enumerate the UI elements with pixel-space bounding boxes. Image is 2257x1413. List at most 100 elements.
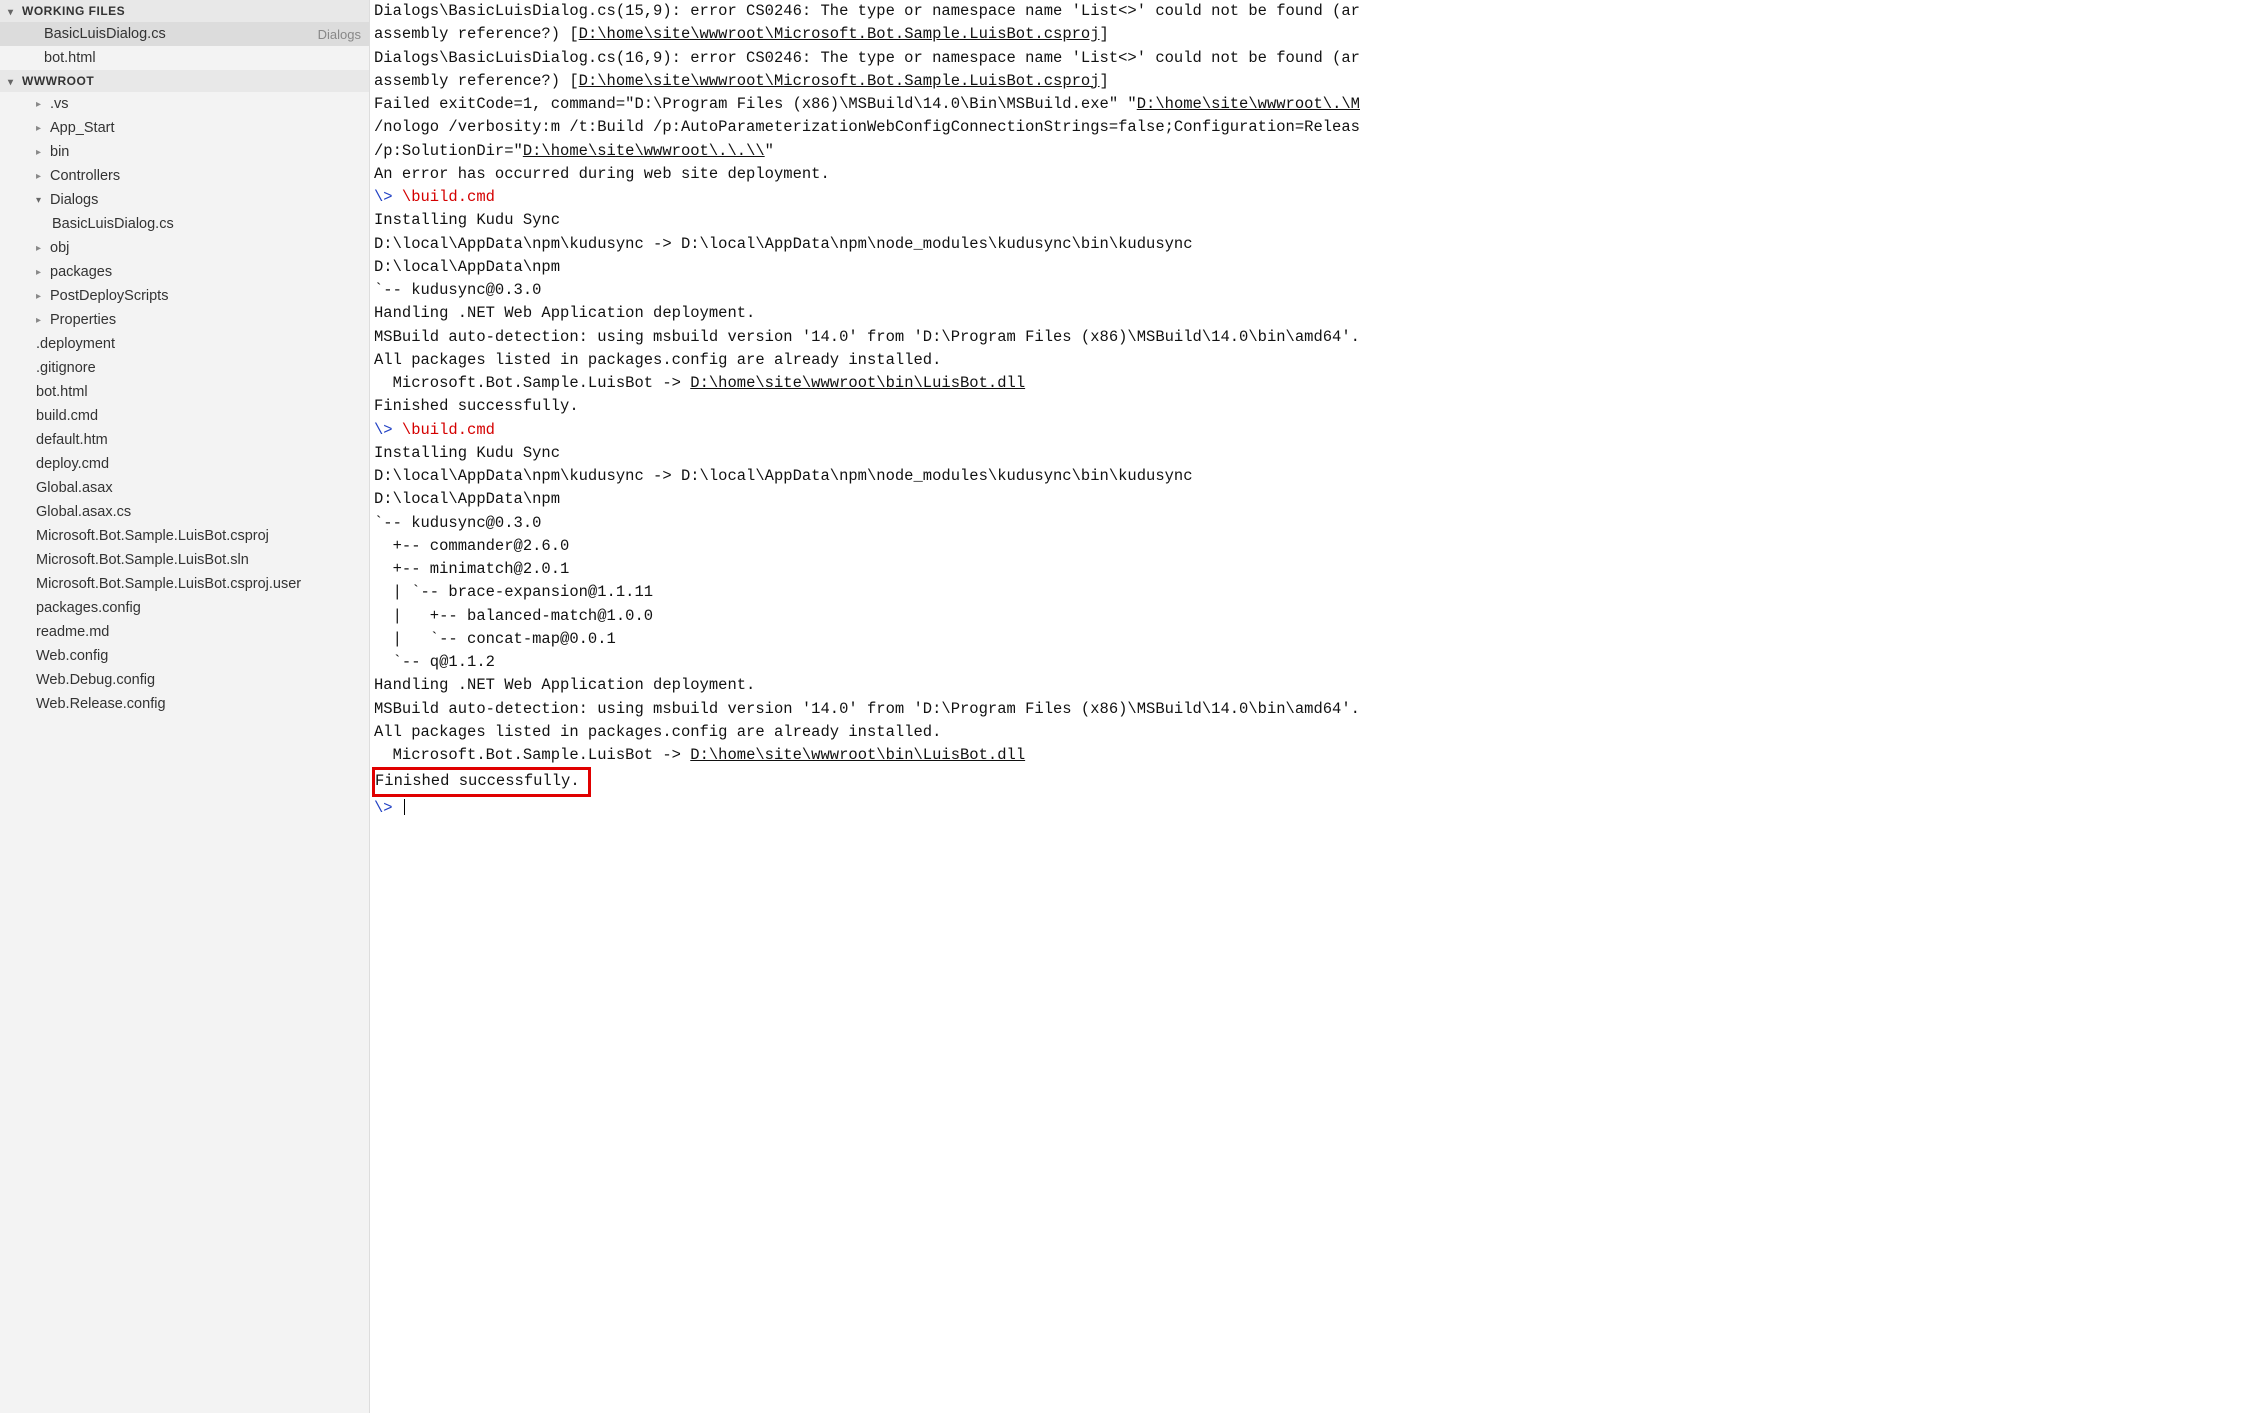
folder-item[interactable]: bin [0,140,369,164]
chevron-right-icon [36,290,50,302]
file-item[interactable]: .deployment [0,332,369,356]
console-line: | +-- balanced-match@1.0.0 [374,605,2253,628]
console-line: +-- commander@2.6.0 [374,535,2253,558]
file-item[interactable]: bot.html [0,380,369,404]
console-line: Finished successfully. [374,767,2253,796]
chevron-right-icon [36,266,50,278]
folder-item[interactable]: obj [0,236,369,260]
file-label: Microsoft.Bot.Sample.LuisBot.sln [36,552,361,568]
console-line: `-- q@1.1.2 [374,651,2253,674]
file-item[interactable]: deploy.cmd [0,452,369,476]
file-label: Web.Release.config [36,696,361,712]
console-line: Microsoft.Bot.Sample.LuisBot -> D:\home\… [374,372,2253,395]
console-line: \> \build.cmd [374,419,2253,442]
file-item[interactable]: packages.config [0,596,369,620]
console-line: | `-- concat-map@0.0.1 [374,628,2253,651]
folder-item[interactable]: PostDeployScripts [0,284,369,308]
folder-item[interactable]: .vs [0,92,369,116]
file-item[interactable]: .gitignore [0,356,369,380]
chevron-right-icon [36,146,50,158]
folder-item[interactable]: Dialogs [0,188,369,212]
console-line: Handling .NET Web Application deployment… [374,302,2253,325]
folder-item[interactable]: packages [0,260,369,284]
working-files-header[interactable]: WORKING FILES [0,0,369,22]
folder-label: App_Start [50,120,361,136]
file-label: Microsoft.Bot.Sample.LuisBot.csproj.user [36,576,361,592]
chevron-down-icon [8,74,22,88]
folder-label: Properties [50,312,361,328]
file-item[interactable]: Microsoft.Bot.Sample.LuisBot.csproj [0,524,369,548]
command-text: \build.cmd [402,188,495,206]
file-label: Web.Debug.config [36,672,361,688]
console-line: Dialogs\BasicLuisDialog.cs(15,9): error … [374,0,2253,23]
console-line: All packages listed in packages.config a… [374,349,2253,372]
text-cursor [404,799,405,815]
file-label: Microsoft.Bot.Sample.LuisBot.csproj [36,528,361,544]
console-line: An error has occurred during web site de… [374,163,2253,186]
folder-item[interactable]: App_Start [0,116,369,140]
prompt-symbol: \> [374,421,402,439]
console-output[interactable]: Dialogs\BasicLuisDialog.cs(15,9): error … [370,0,2257,1413]
prompt-symbol: \> [374,799,402,817]
file-label: bot.html [44,50,361,66]
file-label: deploy.cmd [36,456,361,472]
file-item[interactable]: Microsoft.Bot.Sample.LuisBot.sln [0,548,369,572]
file-label: BasicLuisDialog.cs [44,26,312,42]
console-line: \> \build.cmd [374,186,2253,209]
folder-label: PostDeployScripts [50,288,361,304]
file-item[interactable]: default.htm [0,428,369,452]
file-item[interactable]: Web.Release.config [0,692,369,716]
folder-label: packages [50,264,361,280]
folder-item[interactable]: Controllers [0,164,369,188]
console-line: D:\local\AppData\npm [374,256,2253,279]
file-item[interactable]: Web.Debug.config [0,668,369,692]
file-label: build.cmd [36,408,361,424]
file-label: .deployment [36,336,361,352]
console-line: `-- kudusync@0.3.0 [374,512,2253,535]
wwwroot-title: WWWROOT [22,74,94,88]
console-line: Installing Kudu Sync [374,209,2253,232]
file-label: Global.asax.cs [36,504,361,520]
file-label: BasicLuisDialog.cs [52,216,361,232]
prompt-symbol: \> [374,188,402,206]
chevron-right-icon [36,122,50,134]
file-item[interactable]: Web.config [0,644,369,668]
chevron-right-icon [36,98,50,110]
chevron-right-icon [36,170,50,182]
file-dir-label: Dialogs [318,27,361,42]
folder-label: obj [50,240,361,256]
chevron-down-icon [8,4,22,18]
wwwroot-header[interactable]: WWWROOT [0,70,369,92]
console-line: Failed exitCode=1, command="D:\Program F… [374,93,2253,116]
console-line: MSBuild auto-detection: using msbuild ve… [374,698,2253,721]
console-line: assembly reference?) [D:\home\site\wwwro… [374,23,2253,46]
console-line: +-- minimatch@2.0.1 [374,558,2253,581]
file-item[interactable]: BasicLuisDialog.cs [0,212,369,236]
folder-label: bin [50,144,361,160]
console-line: Dialogs\BasicLuisDialog.cs(16,9): error … [374,47,2253,70]
file-item[interactable]: Global.asax [0,476,369,500]
working-files-list: BasicLuisDialog.cs Dialogs bot.html [0,22,369,70]
wwwroot-tree: .vs App_Startbin ControllersDialogs BasicLu… [0,92,369,716]
working-files-title: WORKING FILES [22,4,125,18]
command-text: \build.cmd [402,421,495,439]
file-item[interactable]: Microsoft.Bot.Sample.LuisBot.csproj.user [0,572,369,596]
sidebar: WORKING FILES BasicLuisDialog.cs Dialogs b… [0,0,370,1413]
file-label: Web.config [36,648,361,664]
highlighted-status: Finished successfully. [372,767,591,796]
file-label: bot.html [36,384,361,400]
folder-item[interactable]: Properties [0,308,369,332]
working-file-item[interactable]: bot.html [0,46,369,70]
file-item[interactable]: readme.md [0,620,369,644]
file-label: packages.config [36,600,361,616]
console-line: D:\local\AppData\npm [374,488,2253,511]
console-line: \> [374,797,2253,820]
console-line: /p:SolutionDir="D:\home\site\wwwroot\.\.… [374,140,2253,163]
console-line: MSBuild auto-detection: using msbuild ve… [374,326,2253,349]
file-item[interactable]: Global.asax.cs [0,500,369,524]
file-label: .gitignore [36,360,361,376]
chevron-right-icon [36,314,50,326]
working-file-item[interactable]: BasicLuisDialog.cs Dialogs [0,22,369,46]
file-item[interactable]: build.cmd [0,404,369,428]
console-line: D:\local\AppData\npm\kudusync -> D:\loca… [374,233,2253,256]
